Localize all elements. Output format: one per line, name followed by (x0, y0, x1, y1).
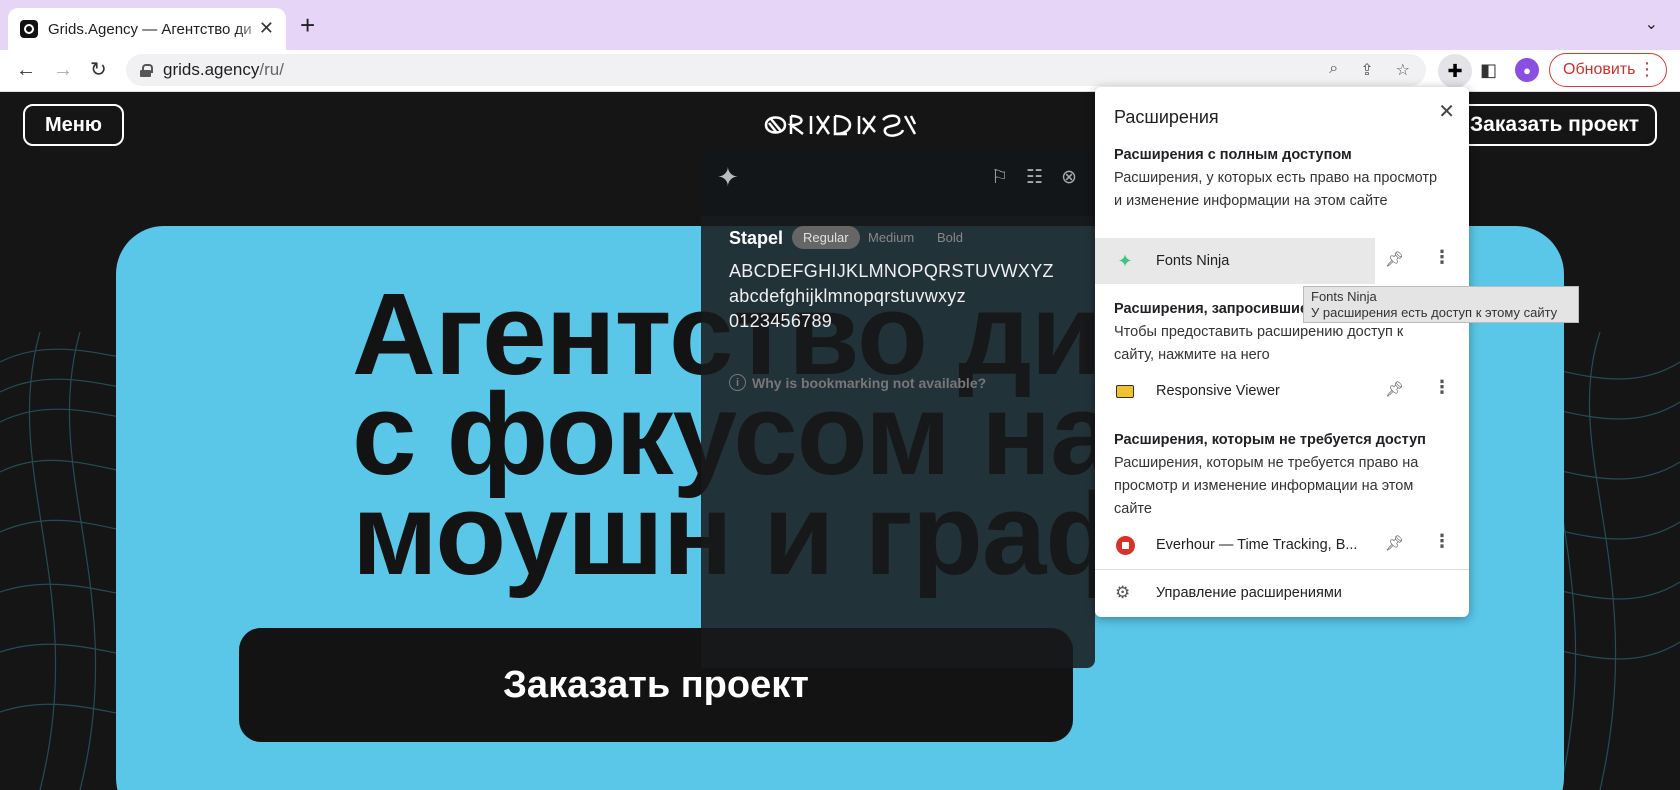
tooltip-title: Fonts Ninja (1311, 289, 1377, 304)
bookmark-help-link[interactable]: i Why is bookmarking not available? (729, 374, 986, 391)
gear-icon: ⚙ (1115, 583, 1131, 602)
section-full-access-title: Расширения с полным доступом (1114, 147, 1352, 163)
share-icon[interactable]: ⇪ (1360, 60, 1373, 80)
extension-name: Responsive Viewer (1156, 383, 1280, 399)
weight-bold-tab[interactable]: Bold (926, 226, 974, 249)
extensions-puzzle-icon[interactable]: ✚ (1438, 54, 1472, 88)
forward-icon[interactable]: → (53, 58, 73, 82)
pin-icon[interactable]: 📌︎ (1385, 250, 1404, 268)
tooltip-text: У расширения есть доступ к этому сайту (1311, 305, 1558, 320)
new-tab-icon[interactable]: + (300, 12, 315, 38)
everhour-icon (1115, 535, 1135, 555)
lock-icon[interactable] (140, 63, 153, 77)
info-icon: i (729, 374, 746, 391)
extension-row-everhour[interactable]: Everhour — Time Tracking, B... (1095, 522, 1469, 568)
specimen-uppercase: ABCDEFGHIJKLMNOPQRSTUVWXYZ (729, 261, 1054, 281)
url-text: grids.agency/ru/ (163, 60, 284, 79)
weight-regular-tab[interactable]: Regular (792, 226, 860, 249)
fonts-ninja-panel: ✦ ⚐ ☷ ⊗ Stapel Regular Medium Bold ABCDE… (701, 148, 1095, 668)
back-icon[interactable]: ← (16, 58, 36, 82)
extensions-title: Расширения (1114, 107, 1219, 127)
close-tab-icon[interactable]: ✕ (259, 18, 274, 39)
extension-tooltip: Fonts Ninja У расширения есть доступ к э… (1303, 286, 1579, 323)
zoom-search-icon[interactable]: ⌕ (1329, 60, 1338, 80)
weight-medium-tab[interactable]: Medium (857, 226, 925, 249)
browser-toolbar: ← → ↻ grids.agency/ru/ ⌕ ⇪ ☆ ✚ ◧ ● Обнов… (0, 50, 1680, 92)
browser-tab[interactable]: Grids.Agency — Агентство ди ✕ (8, 8, 286, 50)
font-name: Stapel (729, 228, 784, 248)
tab-strip: Grids.Agency — Агентство ди ✕ + ⌄ (0, 0, 1680, 50)
divider (1095, 569, 1469, 570)
bookmark-icon[interactable]: ⚐ (991, 166, 1008, 189)
extension-row-responsive-viewer[interactable]: Responsive Viewer (1095, 368, 1469, 414)
site-favicon-icon (20, 20, 38, 38)
extension-row-fonts-ninja[interactable]: ✦ Fonts Ninja (1095, 238, 1375, 284)
update-label: Обновить (1563, 61, 1636, 78)
manage-extensions-item[interactable]: ⚙ Управление расширениями (1095, 573, 1469, 613)
profile-avatar[interactable]: ● (1515, 58, 1539, 82)
close-icon[interactable]: ✕ (1438, 99, 1455, 124)
section-full-access-desc: Расширения, у которых есть право на прос… (1114, 170, 1438, 209)
ninja-icon: ✦ (1117, 250, 1133, 271)
manage-extensions-label: Управление расширениями (1156, 585, 1342, 601)
menu-button[interactable]: Меню (23, 104, 124, 146)
grids-logo[interactable] (763, 112, 917, 138)
bookmark-help-text: Why is bookmarking not available? (752, 374, 987, 391)
section-requested-desc: Чтобы предоставить расширению доступ к с… (1114, 324, 1404, 363)
order-project-header-button[interactable]: Заказать проект (1440, 104, 1657, 146)
reload-icon[interactable]: ↻ (90, 58, 107, 82)
extension-name: Fonts Ninja (1156, 253, 1230, 269)
extension-menu-icon[interactable]: ⋮ (1433, 377, 1451, 398)
fonts-ninja-header: ✦ ⚐ ☷ ⊗ (701, 148, 1095, 216)
update-button[interactable]: Обновить ⋮ (1549, 53, 1667, 87)
close-circle-icon[interactable]: ⊗ (1061, 166, 1077, 189)
menu-kebab-icon[interactable]: ⋮ (1638, 59, 1656, 80)
specimen-digits: 0123456789 (729, 311, 833, 331)
pin-icon[interactable]: 📌︎ (1385, 380, 1404, 398)
fonts-ninja-logo-icon: ✦ (717, 162, 739, 192)
section-no-access-desc: Расширения, которым не требуется право н… (1114, 455, 1419, 517)
extension-menu-icon[interactable]: ⋮ (1433, 531, 1451, 552)
extension-menu-icon[interactable]: ⋮ (1433, 247, 1451, 268)
pin-icon[interactable]: 📌︎ (1385, 534, 1404, 552)
side-panel-icon[interactable]: ◧ (1480, 60, 1497, 81)
tab-title: Grids.Agency — Агентство ди (48, 20, 252, 38)
specimen-lowercase: abcdefghijklmnopqrstuvwxyz (729, 286, 966, 306)
responsive-viewer-icon (1115, 381, 1135, 401)
address-bar[interactable]: grids.agency/ru/ ⌕ ⇪ ☆ (126, 54, 1426, 86)
tab-search-chevron-icon[interactable]: ⌄ (1645, 14, 1658, 34)
extension-name: Everhour — Time Tracking, B... (1156, 537, 1358, 553)
settings-sliders-icon[interactable]: ☷ (1026, 166, 1043, 189)
section-no-access-title: Расширения, которым не требуется доступ (1114, 432, 1426, 448)
bookmark-star-icon[interactable]: ☆ (1396, 60, 1410, 80)
extensions-popup: Расширения ✕ Расширения с полным доступо… (1095, 87, 1469, 617)
